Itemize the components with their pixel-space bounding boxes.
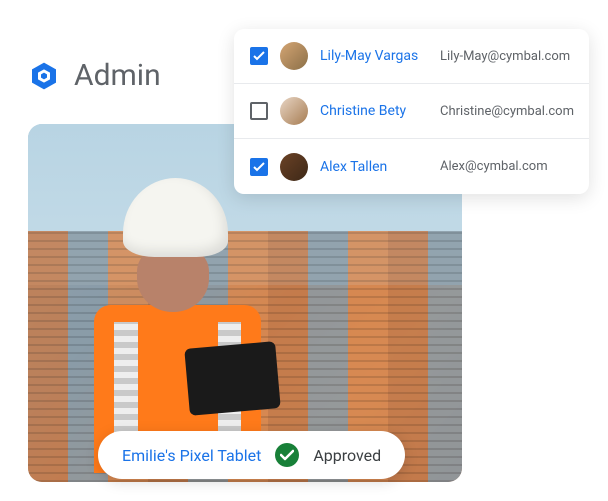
avatar [280, 97, 308, 125]
user-email: Lily-May@cymbal.com [440, 49, 570, 64]
admin-label: Admin [74, 58, 161, 93]
device-name[interactable]: Emilie's Pixel Tablet [122, 446, 261, 465]
user-name[interactable]: Christine Bety [320, 103, 428, 119]
checkbox[interactable] [250, 158, 268, 176]
admin-logo-icon [28, 60, 60, 92]
user-name[interactable]: Lily-May Vargas [320, 48, 428, 64]
avatar [280, 153, 308, 181]
user-row[interactable]: Alex Tallen Alex@cymbal.com [234, 139, 589, 194]
user-name[interactable]: Alex Tallen [320, 159, 428, 175]
checkbox[interactable] [250, 102, 268, 120]
checkbox[interactable] [250, 47, 268, 65]
device-status-pill: Emilie's Pixel Tablet Approved [98, 431, 405, 479]
user-row[interactable]: Lily-May Vargas Lily-May@cymbal.com [234, 29, 589, 84]
user-table: Lily-May Vargas Lily-May@cymbal.com Chri… [234, 29, 589, 194]
device-status-label: Approved [313, 446, 381, 465]
user-email: Alex@cymbal.com [440, 159, 548, 174]
user-row[interactable]: Christine Bety Christine@cymbal.com [234, 84, 589, 139]
approved-check-icon [275, 443, 299, 467]
avatar [280, 42, 308, 70]
user-email: Christine@cymbal.com [440, 104, 574, 119]
admin-header: Admin [28, 58, 161, 93]
